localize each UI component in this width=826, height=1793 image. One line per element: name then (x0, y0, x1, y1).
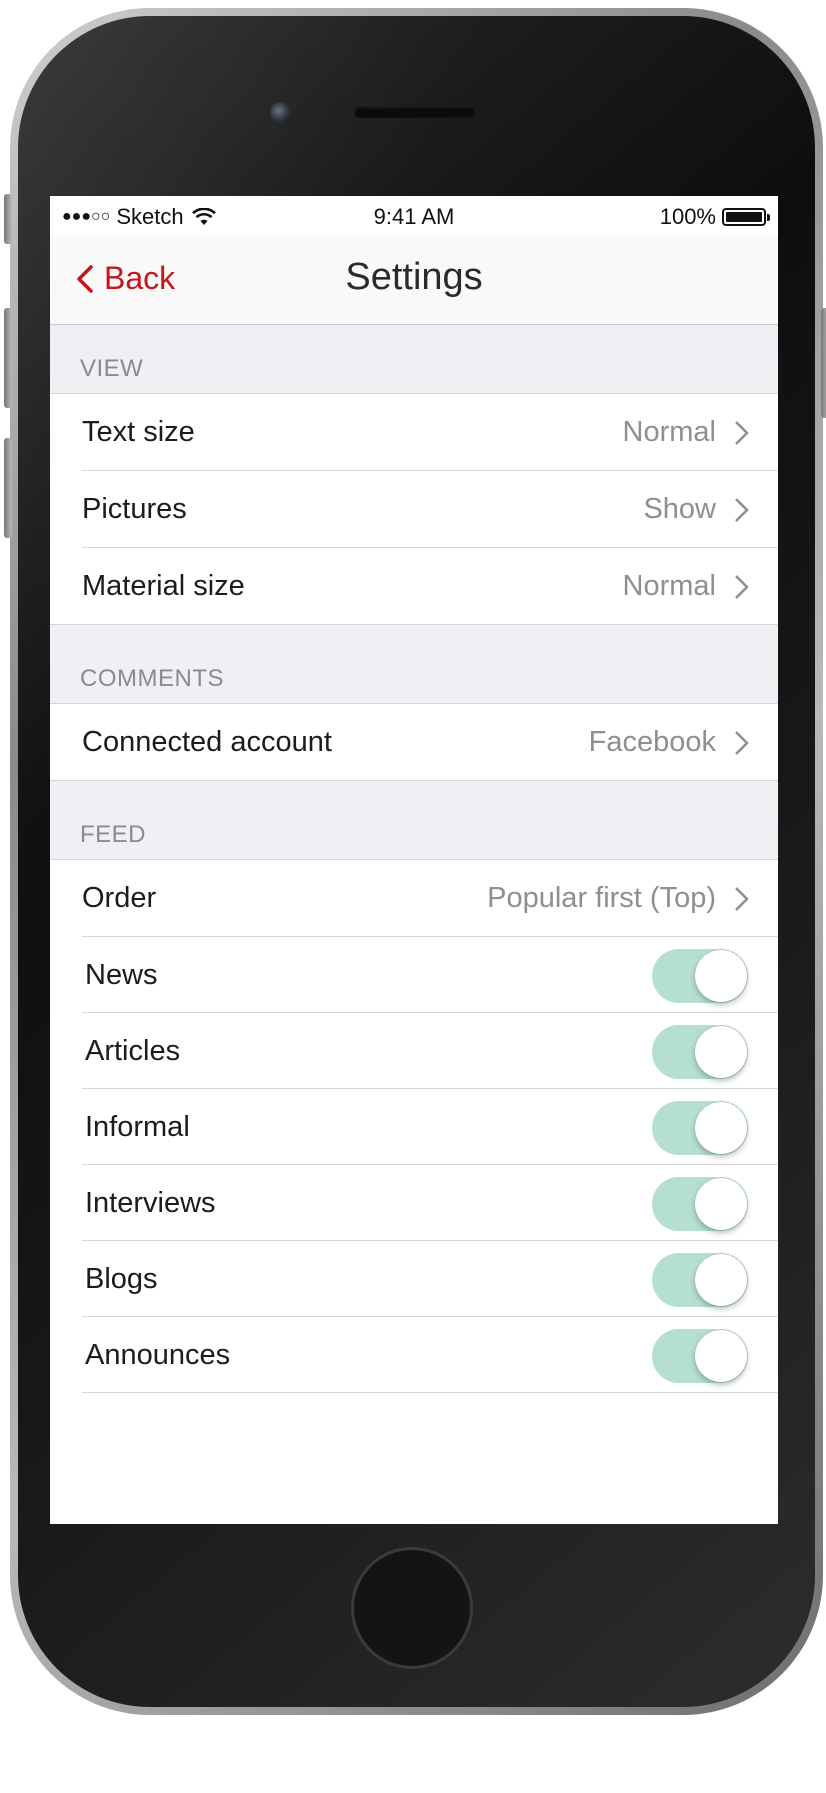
toggle-label: News (85, 959, 158, 991)
toggle-label: Interviews (85, 1187, 216, 1219)
row-value: Show (643, 493, 716, 525)
row-text-size[interactable]: Text size Normal (50, 394, 778, 471)
row-value: Facebook (588, 726, 716, 758)
announces-toggle[interactable] (652, 1329, 748, 1383)
toggle-knob (695, 1026, 747, 1078)
battery-icon (722, 208, 770, 226)
toggle-knob (695, 1102, 747, 1154)
row-news: News (50, 937, 778, 1013)
row-informal: Informal (50, 1089, 778, 1165)
row-material-size[interactable]: Material size Normal (50, 548, 778, 625)
row-blogs: Blogs (50, 1241, 778, 1317)
chevron-right-icon (735, 498, 749, 522)
toggle-label: Announces (85, 1339, 231, 1371)
section-title: FEED (80, 821, 147, 848)
toggle-knob (695, 1178, 747, 1230)
chevron-right-icon (735, 421, 749, 445)
section-title: VIEW (80, 355, 144, 382)
row-value: Normal (622, 570, 716, 602)
section-header-comments: COMMENTS (50, 625, 778, 704)
mute-switch (4, 194, 12, 244)
blogs-toggle[interactable] (652, 1253, 748, 1307)
chevron-right-icon (735, 575, 749, 599)
row-order[interactable]: Order Popular first (Top) (50, 860, 778, 937)
toggle-label: Informal (85, 1111, 190, 1143)
informal-toggle[interactable] (652, 1101, 748, 1155)
row-pictures[interactable]: Pictures Show (50, 471, 778, 548)
toggle-knob (695, 1254, 747, 1306)
interviews-toggle[interactable] (652, 1177, 748, 1231)
row-articles: Articles (50, 1013, 778, 1089)
row-label: Pictures (82, 493, 187, 525)
section-header-feed: FEED (50, 781, 778, 860)
toggle-label: Blogs (85, 1263, 158, 1295)
articles-toggle[interactable] (652, 1025, 748, 1079)
row-connected-account[interactable]: Connected account Facebook (50, 704, 778, 781)
chevron-right-icon (735, 731, 749, 755)
earpiece-speaker (354, 106, 476, 118)
status-right: 100% (659, 204, 770, 230)
section-header-view: VIEW (50, 325, 778, 394)
row-value: Normal (622, 416, 716, 448)
home-button[interactable] (351, 1547, 473, 1669)
screen: ●●●○○ Sketch 9:41 AM 100% Back Settings (50, 196, 778, 1524)
page-title: Settings (345, 256, 483, 298)
volume-up-button (4, 308, 12, 408)
row-label: Connected account (82, 726, 332, 758)
status-bar: ●●●○○ Sketch 9:41 AM 100% (50, 196, 778, 236)
power-button (821, 308, 826, 418)
row-interviews: Interviews (50, 1165, 778, 1241)
row-announces: Announces (50, 1317, 778, 1393)
row-label: Order (82, 882, 157, 914)
section-title: COMMENTS (80, 665, 224, 692)
row-label: Text size (82, 416, 195, 448)
battery-percent: 100% (659, 204, 716, 229)
chevron-right-icon (735, 887, 749, 911)
settings-list: VIEW Text size Normal Pictures Show Mate… (50, 325, 778, 1393)
navigation-bar: Back Settings (50, 236, 778, 325)
news-toggle[interactable] (652, 949, 748, 1003)
toggle-knob (695, 950, 747, 1002)
toggle-knob (695, 1330, 747, 1382)
row-label: Material size (82, 570, 245, 602)
row-value: Popular first (Top) (487, 882, 716, 914)
volume-down-button (4, 438, 12, 538)
front-camera (270, 102, 292, 124)
toggle-label: Articles (85, 1035, 181, 1067)
